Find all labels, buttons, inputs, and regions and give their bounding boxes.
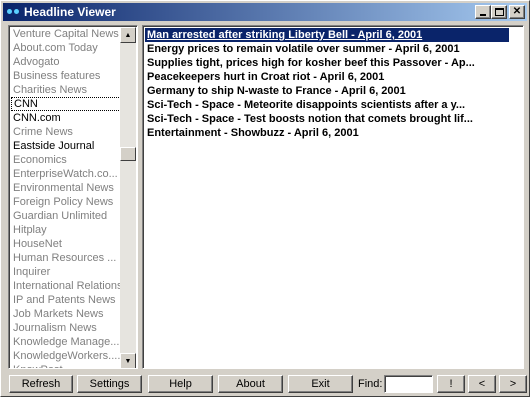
exit-button[interactable]: Exit [288, 375, 353, 393]
feed-item[interactable]: Journalism News [11, 321, 121, 335]
feed-item[interactable]: HouseNet [11, 237, 121, 251]
feed-list[interactable]: Venture Capital News About.com Today Advog… [8, 25, 138, 369]
find-input[interactable] [384, 375, 433, 393]
feed-item[interactable]: KnowledgeWorkers.... [11, 349, 121, 363]
close-button[interactable]: ✕ [509, 5, 525, 19]
feed-item[interactable]: Guardian Unlimited [11, 209, 121, 223]
previous-button[interactable]: < [468, 375, 496, 393]
feed-item[interactable]: Crime News [11, 125, 121, 139]
feed-item[interactable]: Eastside Journal [11, 139, 121, 153]
feed-scrollbar[interactable]: ▲ ▼ [120, 27, 136, 368]
maximize-button[interactable] [491, 5, 507, 19]
find-bang-button[interactable]: ! [437, 375, 465, 393]
headline-item[interactable]: Man arrested after striking Liberty Bell… [145, 28, 509, 42]
feed-item[interactable]: Venture Capital News [11, 27, 121, 41]
feed-item[interactable]: Inquirer [11, 265, 121, 279]
headline-item[interactable]: Energy prices to remain volatile over su… [145, 42, 509, 56]
headline-item[interactable]: Sci-Tech - Space - Test boosts notion th… [145, 112, 509, 126]
button-bar: Refresh Settings Help About Exit Find: !… [1, 373, 530, 395]
feed-item[interactable]: EnterpriseWatch.co... [11, 167, 121, 181]
feed-item[interactable]: International Relations [11, 279, 121, 293]
feed-item[interactable]: Hitplay [11, 223, 121, 237]
settings-button[interactable]: Settings [77, 375, 142, 393]
feed-items: Venture Capital News About.com Today Advog… [11, 27, 121, 368]
feed-item[interactable]: CNN [11, 97, 121, 111]
feed-item[interactable]: Job Markets News [11, 307, 121, 321]
scroll-up-button[interactable]: ▲ [120, 27, 136, 43]
feed-item[interactable]: CNN.com [11, 111, 121, 125]
headline-item[interactable]: Germany to ship N-waste to France - Apri… [145, 84, 509, 98]
headline-item[interactable]: Peacekeepers hurt in Croat riot - April … [145, 70, 509, 84]
feed-item[interactable]: Knowledge Manage... [11, 335, 121, 349]
triangle-down-icon: ▼ [124, 357, 132, 365]
feed-item[interactable]: Economics [11, 153, 121, 167]
feed-item[interactable]: About.com Today [11, 41, 121, 55]
app-dots-icon [6, 5, 22, 19]
find-label: Find: [358, 378, 383, 390]
headline-list[interactable]: Man arrested after striking Liberty Bell… [142, 25, 524, 369]
scroll-thumb[interactable] [120, 147, 136, 161]
feed-item[interactable]: Human Resources ... [11, 251, 121, 265]
about-button[interactable]: About [218, 375, 283, 393]
minimize-button[interactable] [475, 5, 491, 19]
feed-item[interactable]: Foreign Policy News [11, 195, 121, 209]
headline-items: Man arrested after striking Liberty Bell… [145, 28, 509, 140]
feed-item[interactable]: Charities News [11, 83, 121, 97]
headline-item[interactable]: Entertainment - Showbuzz - April 6, 2001 [145, 126, 509, 140]
feed-item[interactable]: Advogato [11, 55, 121, 69]
feed-item[interactable]: IP and Patents News [11, 293, 121, 307]
feed-item[interactable]: Environmental News [11, 181, 121, 195]
refresh-button[interactable]: Refresh [9, 375, 73, 393]
triangle-up-icon: ▲ [124, 31, 132, 39]
minimize-icon [480, 14, 486, 16]
window-title: Headline Viewer [24, 5, 116, 19]
feed-item[interactable]: KnowPost [11, 363, 121, 368]
close-icon: ✕ [512, 6, 522, 17]
help-button[interactable]: Help [148, 375, 213, 393]
maximize-icon [494, 8, 504, 16]
headline-item[interactable]: Supplies tight, prices high for kosher b… [145, 56, 509, 70]
headline-item[interactable]: Sci-Tech - Space - Meteorite disappoints… [145, 98, 509, 112]
feed-item[interactable]: Business features [11, 69, 121, 83]
scroll-down-button[interactable]: ▼ [120, 353, 136, 368]
title-bar[interactable]: Headline Viewer ✕ [3, 3, 527, 21]
next-button[interactable]: > [499, 375, 527, 393]
window-controls: ✕ [475, 5, 525, 19]
app-window: Headline Viewer ✕ Venture Capital News Ab… [0, 0, 530, 397]
